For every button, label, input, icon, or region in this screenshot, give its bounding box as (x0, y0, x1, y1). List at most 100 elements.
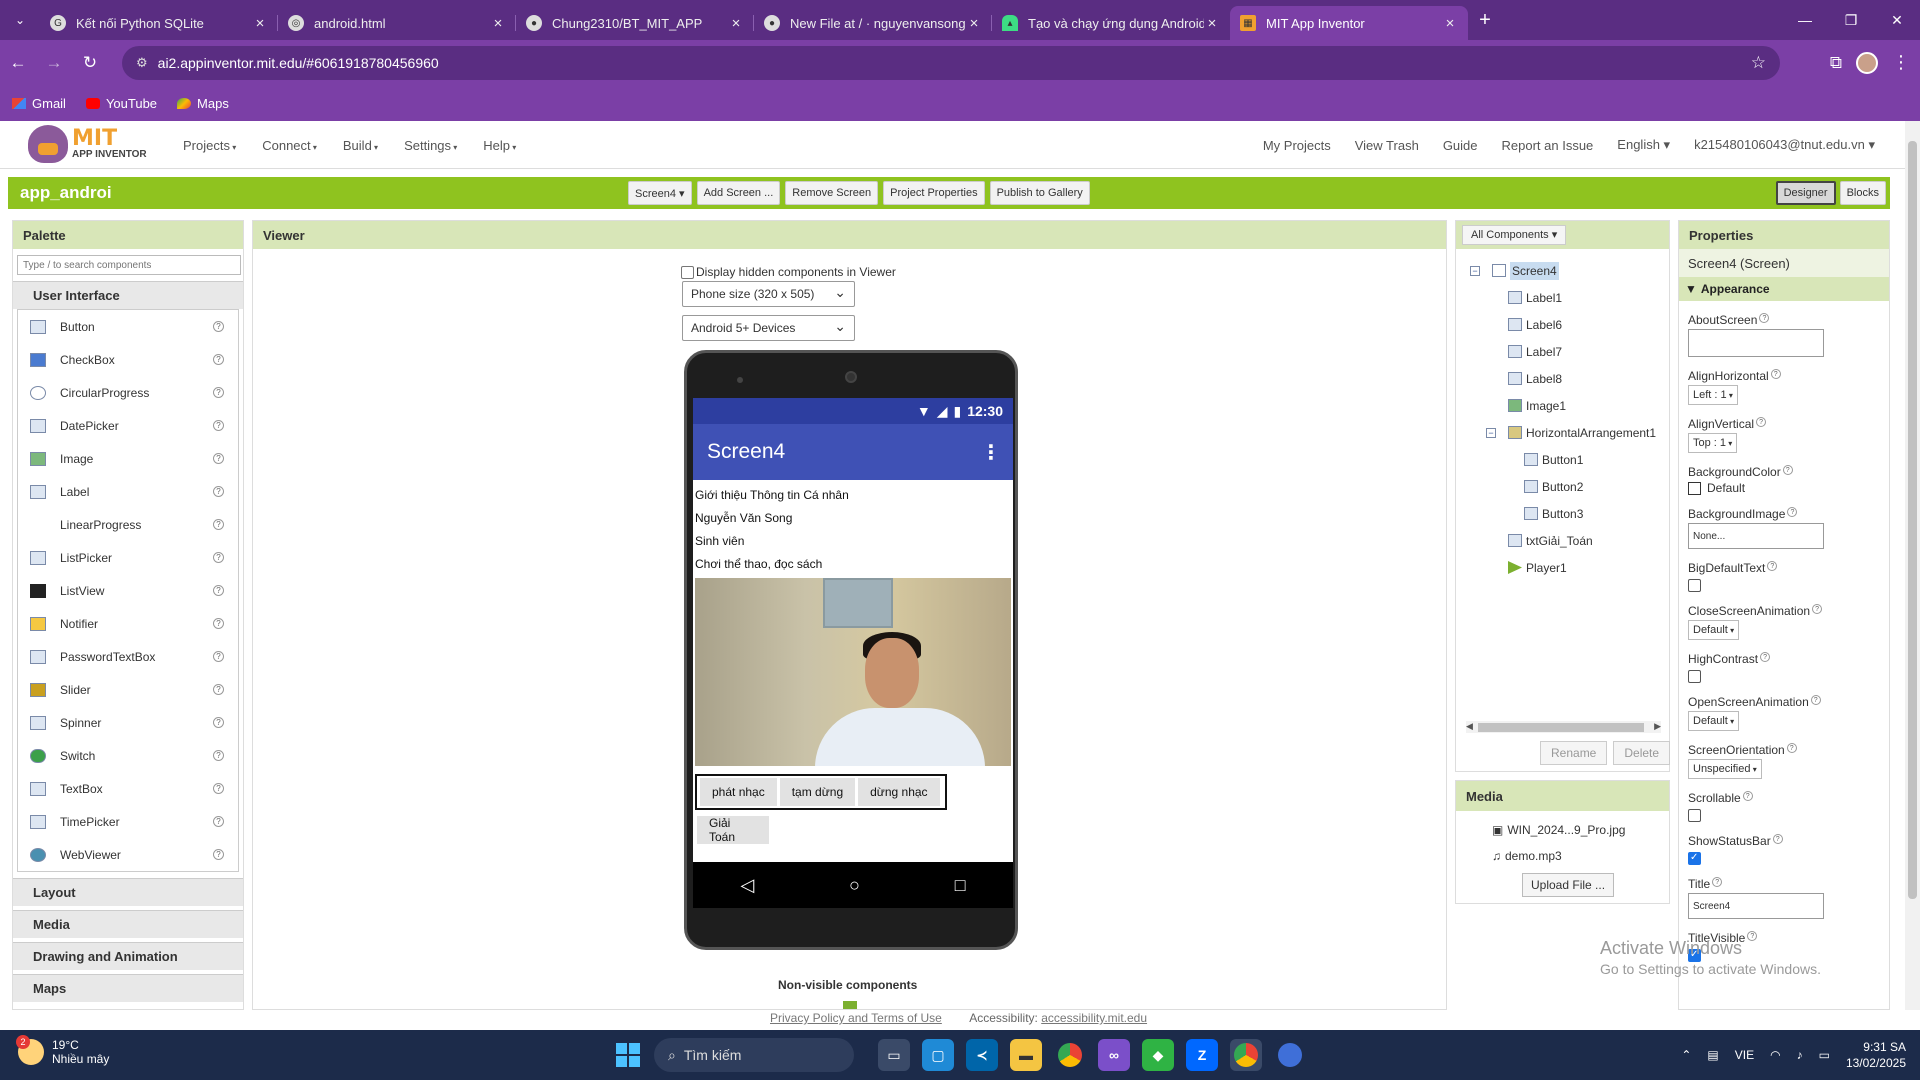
screen-orientation-dropdown[interactable]: Unspecified (1688, 759, 1762, 779)
help-icon[interactable]: ? (213, 453, 224, 464)
tree-horizontal-scrollbar[interactable]: ◀ ▶ (1466, 721, 1661, 733)
collapse-toggle-icon[interactable]: − (1470, 265, 1480, 276)
help-icon[interactable]: ? (1756, 417, 1767, 427)
extensions-icon[interactable]: ⧉ (1830, 53, 1842, 73)
project-properties-button[interactable]: Project Properties (883, 181, 985, 205)
overflow-menu-icon[interactable]: ⋮ (981, 440, 1001, 465)
tree-image1[interactable]: Image1 (1456, 392, 1669, 419)
close-icon[interactable]: × (1442, 15, 1458, 32)
designer-button[interactable]: Designer (1775, 181, 1836, 205)
all-components-dropdown[interactable]: All Components ▾ (1462, 225, 1567, 245)
menu-help[interactable]: Help (483, 138, 516, 153)
taskbar-search[interactable]: ⌕ Tìm kiếm (654, 1038, 854, 1072)
tree-button2[interactable]: Button2 (1456, 473, 1669, 500)
blocks-button[interactable]: Blocks (1839, 181, 1886, 205)
screen-select-button[interactable]: Screen4 ▾ (628, 181, 692, 205)
phone-size-select[interactable]: Phone size (320 x 505) (682, 281, 855, 307)
browser-tab-5[interactable]: ▴ Tạo và chạy ứng dụng Android × (992, 6, 1230, 40)
palette-search-input[interactable] (17, 255, 241, 275)
bookmark-gmail[interactable]: Gmail (12, 96, 66, 111)
home-circle-icon[interactable]: ○ (849, 875, 860, 896)
horizontal-arrangement1[interactable]: phát nhạc tạm dừng dừng nhạc (695, 774, 947, 810)
palette-item-passwordtextbox[interactable]: PasswordTextBox? (18, 640, 238, 673)
help-icon[interactable]: ? (1810, 695, 1821, 705)
delete-button[interactable]: Delete (1613, 741, 1671, 765)
browser-tab-3[interactable]: ● Chung2310/BT_MIT_APP × (516, 6, 754, 40)
link-view-trash[interactable]: View Trash (1355, 138, 1419, 153)
palette-item-datepicker[interactable]: DatePicker? (18, 409, 238, 442)
windows-start-icon[interactable] (616, 1043, 640, 1067)
checkbox[interactable] (681, 265, 694, 279)
bookmark-youtube[interactable]: YouTube (85, 96, 157, 111)
help-icon[interactable]: ? (213, 717, 224, 728)
minimize-icon[interactable]: — (1782, 0, 1828, 40)
label7[interactable]: Sinh viên (693, 530, 1013, 553)
help-icon[interactable]: ? (213, 783, 224, 794)
weather-widget[interactable]: 2 19°C Nhiều mây (16, 1035, 109, 1066)
menu-connect[interactable]: Connect (262, 138, 317, 153)
taskbar-clock[interactable]: 9:31 SA 13/02/2025 (1846, 1039, 1906, 1071)
link-my-projects[interactable]: My Projects (1263, 138, 1331, 153)
align-horizontal-dropdown[interactable]: Left : 1 (1688, 385, 1738, 405)
palette-item-linearprogress[interactable]: LinearProgress? (18, 508, 238, 541)
help-icon[interactable]: ? (1759, 313, 1770, 323)
help-icon[interactable]: ? (1770, 369, 1781, 379)
tab-search-icon[interactable]: ⌄ (0, 0, 40, 40)
upload-file-button[interactable]: Upload File ... (1522, 873, 1615, 897)
solve-math-button[interactable]: Giải Toán (697, 816, 769, 844)
bookmark-star-icon[interactable]: ☆ (1751, 53, 1766, 73)
zalo-icon[interactable]: Z (1186, 1039, 1218, 1071)
help-icon[interactable]: ? (1772, 834, 1783, 844)
help-icon[interactable]: ? (213, 420, 224, 431)
vscode-icon[interactable]: ≺ (966, 1039, 998, 1071)
new-tab-plus-icon[interactable]: + (1468, 9, 1502, 32)
tree-label8[interactable]: Label8 (1456, 365, 1669, 392)
menu-build[interactable]: Build (343, 138, 378, 153)
profile-avatar[interactable] (1856, 51, 1878, 74)
category-user-interface[interactable]: User Interface (13, 281, 243, 309)
chevron-up-icon[interactable]: ⌃ (1681, 1048, 1691, 1062)
pause-button[interactable]: tạm dừng (779, 778, 856, 806)
help-icon[interactable]: ? (1767, 561, 1778, 571)
pycharm-icon[interactable]: ◆ (1142, 1039, 1174, 1071)
account-menu[interactable]: k215480106043@tnut.edu.vn ▾ (1694, 137, 1875, 153)
label6[interactable]: Nguyễn Văn Song (693, 507, 1013, 530)
browser-tab-1[interactable]: G Kết nối Python SQLite × (40, 6, 278, 40)
accessibility-link[interactable]: accessibility.mit.edu (1041, 1011, 1147, 1025)
volume-icon[interactable]: ♪ (1797, 1048, 1803, 1062)
tree-label7[interactable]: Label7 (1456, 338, 1669, 365)
image1-profile-photo[interactable] (695, 578, 1011, 766)
help-icon[interactable]: ? (213, 816, 224, 827)
language-menu[interactable]: English ▾ (1617, 137, 1670, 153)
file-explorer-icon[interactable]: ▬ (1010, 1039, 1042, 1071)
label1[interactable]: Giới thiệu Thông tin Cá nhân (693, 484, 1013, 507)
palette-item-notifier[interactable]: Notifier? (18, 607, 238, 640)
scrollable-checkbox[interactable] (1688, 809, 1701, 822)
keyboard-icon[interactable]: ▤ (1707, 1048, 1718, 1062)
help-icon[interactable]: ? (213, 618, 224, 629)
help-icon[interactable]: ? (1786, 743, 1797, 753)
palette-item-image[interactable]: Image? (18, 442, 238, 475)
palette-item-listpicker[interactable]: ListPicker? (18, 541, 238, 574)
help-icon[interactable]: ? (213, 552, 224, 563)
category-layout[interactable]: Layout (13, 878, 243, 906)
tree-player1[interactable]: Player1 (1456, 554, 1669, 581)
big-default-text-checkbox[interactable] (1688, 579, 1701, 592)
tree-button1[interactable]: Button1 (1456, 446, 1669, 473)
tree-label6[interactable]: Label6 (1456, 311, 1669, 338)
help-icon[interactable]: ? (1712, 877, 1723, 887)
help-icon[interactable]: ? (1742, 791, 1753, 801)
play-music-button[interactable]: phát nhạc (700, 778, 777, 806)
mit-app-inventor-logo[interactable]: MIT APP INVENTOR (28, 125, 147, 163)
media-file-image[interactable]: ▣ WIN_2024...9_Pro.jpg (1456, 817, 1669, 843)
close-icon[interactable]: × (1204, 15, 1220, 32)
help-icon[interactable]: ? (213, 585, 224, 596)
chrome-icon[interactable] (1054, 1039, 1086, 1071)
bookmark-maps[interactable]: Maps (177, 96, 229, 111)
help-icon[interactable]: ? (1760, 652, 1771, 662)
close-icon[interactable]: × (966, 15, 982, 32)
about-screen-textarea[interactable] (1688, 329, 1824, 357)
scroll-right-icon[interactable]: ▶ (1654, 721, 1661, 732)
help-icon[interactable]: ? (1787, 507, 1798, 517)
snipping-tool-icon[interactable]: ▢ (922, 1039, 954, 1071)
